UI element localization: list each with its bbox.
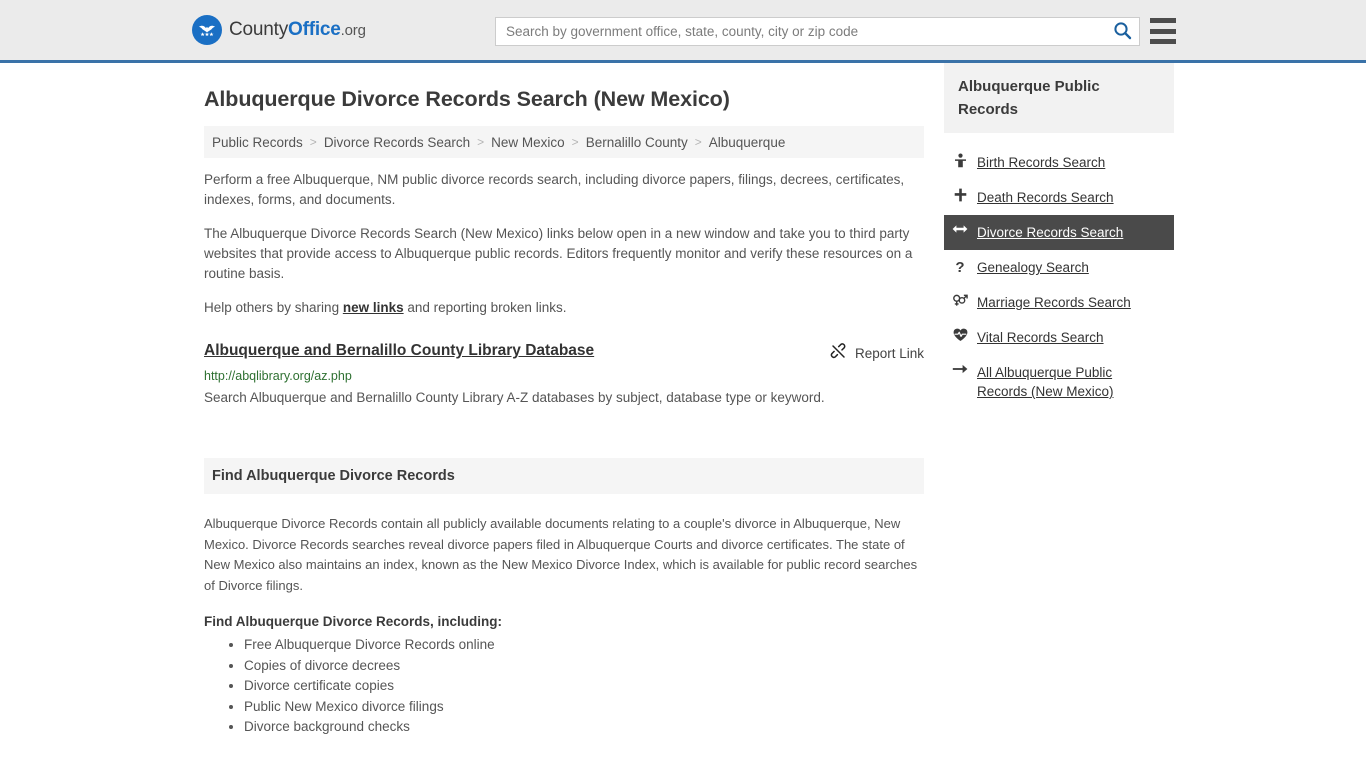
report-link-button[interactable]: Report Link xyxy=(830,342,924,363)
baby-icon xyxy=(952,153,968,168)
breadcrumb-separator-icon: > xyxy=(309,135,317,149)
hamburger-menu-icon-bar xyxy=(1150,39,1176,44)
result-title-link[interactable]: Albuquerque and Bernalillo County Librar… xyxy=(204,342,594,360)
broken-link-icon xyxy=(830,343,847,363)
sidebar-item-vital-records-search[interactable]: Vital Records Search xyxy=(944,320,1174,355)
sidebar-item-genealogy-search[interactable]: ? Genealogy Search xyxy=(944,250,1174,285)
sidebar-item-death-records-search[interactable]: Death Records Search xyxy=(944,180,1174,215)
intro-paragraph-3: Help others by sharing new links and rep… xyxy=(204,298,924,318)
breadcrumb-item-new-mexico[interactable]: New Mexico xyxy=(491,135,565,150)
cross-icon xyxy=(952,188,968,202)
main-content: Albuquerque Divorce Records Search (New … xyxy=(204,63,924,738)
breadcrumb-separator-icon: > xyxy=(694,135,702,149)
intro-paragraph-1: Perform a free Albuquerque, NM public di… xyxy=(204,172,905,207)
share-text-before: Help others by sharing xyxy=(204,300,343,315)
share-text-after: and reporting broken links. xyxy=(403,300,567,315)
page-container: Albuquerque Divorce Records Search (New … xyxy=(0,63,1366,738)
breadcrumb-item-divorce-records-search[interactable]: Divorce Records Search xyxy=(324,135,470,150)
section-sub-heading: Find Albuquerque Divorce Records, includ… xyxy=(204,614,503,629)
list-item: Public New Mexico divorce filings xyxy=(244,697,924,717)
sidebar-item-label: Death Records Search xyxy=(977,190,1114,205)
site-logo[interactable]: CountyOffice.org xyxy=(192,15,366,45)
sidebar-item-label: Genealogy Search xyxy=(977,260,1089,275)
report-link-label: Report Link xyxy=(854,345,924,361)
page-title: Albuquerque Divorce Records Search (New … xyxy=(204,87,730,111)
new-links-link[interactable]: new links xyxy=(343,300,404,315)
sidebar-item-label: Divorce Records Search xyxy=(977,225,1124,240)
sidebar-item-divorce-records-search[interactable]: Divorce Records Search xyxy=(944,215,1174,250)
intro-paragraph-2: The Albuquerque Divorce Records Search (… xyxy=(204,226,913,281)
search-input[interactable] xyxy=(496,18,1105,45)
sidebar-heading: Albuquerque Public Records xyxy=(958,78,1100,118)
result-url[interactable]: http://abqlibrary.org/az.php xyxy=(204,369,924,383)
list-item: Divorce certificate copies xyxy=(244,676,924,696)
breadcrumb: Public Records > Divorce Records Search … xyxy=(204,126,924,158)
list-item: Divorce background checks xyxy=(244,717,924,737)
breadcrumb-item-albuquerque[interactable]: Albuquerque xyxy=(709,135,786,150)
section-header-bar: Find Albuquerque Divorce Records xyxy=(204,458,924,494)
sidebar-item-all-public-records[interactable]: All Albuquerque Public Records (New Mexi… xyxy=(944,355,1174,409)
sidebar-list: Birth Records Search Death Records Searc… xyxy=(944,145,1174,409)
search-icon xyxy=(1113,21,1132,43)
list-item: Free Albuquerque Divorce Records online xyxy=(244,635,924,655)
sidebar-item-marriage-records-search[interactable]: Marriage Records Search xyxy=(944,285,1174,320)
sidebar-item-label: Marriage Records Search xyxy=(977,295,1131,310)
section-body-text: Albuquerque Divorce Records contain all … xyxy=(204,516,918,593)
question-mark-icon: ? xyxy=(955,259,965,276)
sidebar-header: Albuquerque Public Records xyxy=(944,63,1174,133)
logo-text: CountyOffice.org xyxy=(229,19,366,41)
left-right-arrow-icon xyxy=(952,223,968,235)
result-description: Search Albuquerque and Bernalillo County… xyxy=(204,390,825,405)
breadcrumb-item-bernalillo-county[interactable]: Bernalillo County xyxy=(586,135,688,150)
search-bar[interactable] xyxy=(495,17,1140,46)
records-bullet-list: Free Albuquerque Divorce Records online … xyxy=(204,635,924,737)
sidebar-item-birth-records-search[interactable]: Birth Records Search xyxy=(944,145,1174,180)
logo-text-prefix: County xyxy=(229,19,289,40)
logo-text-suffix: .org xyxy=(340,22,366,39)
list-item: Copies of divorce decrees xyxy=(244,656,924,676)
venus-mars-icon xyxy=(952,293,968,307)
eagle-stars-seal-icon xyxy=(192,15,222,45)
sidebar-item-label: Birth Records Search xyxy=(977,155,1106,170)
sidebar: Albuquerque Public Records Birth Records… xyxy=(944,63,1174,738)
breadcrumb-separator-icon: > xyxy=(571,135,579,149)
section-heading: Find Albuquerque Divorce Records xyxy=(212,468,455,484)
hamburger-menu-icon-bar xyxy=(1150,28,1176,34)
hamburger-menu-button[interactable] xyxy=(1150,18,1176,44)
hamburger-menu-icon-bar xyxy=(1150,18,1176,23)
sidebar-item-label: Vital Records Search xyxy=(977,330,1104,345)
arrow-right-icon xyxy=(952,363,968,375)
sidebar-item-label: All Albuquerque Public Records (New Mexi… xyxy=(977,365,1114,399)
logo-text-bold: Office xyxy=(288,19,341,40)
breadcrumb-separator-icon: > xyxy=(477,135,485,149)
search-button[interactable] xyxy=(1105,18,1139,45)
heart-pulse-icon xyxy=(952,328,968,342)
breadcrumb-item-public-records[interactable]: Public Records xyxy=(212,135,303,150)
site-header: CountyOffice.org xyxy=(0,0,1366,63)
result-item: Albuquerque and Bernalillo County Librar… xyxy=(204,342,924,410)
